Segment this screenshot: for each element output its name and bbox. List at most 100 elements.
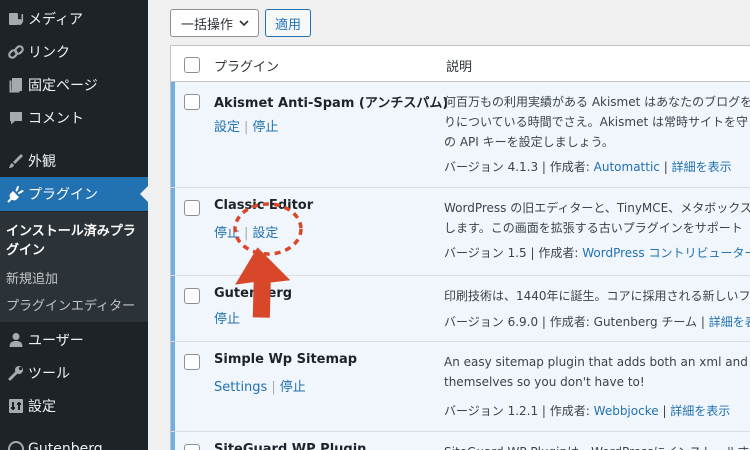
description-line: します。この画面を拡張する古いプラグインをサポート	[444, 221, 743, 235]
author-label: 作成者:	[549, 160, 590, 174]
table-row: Gutenberg 停止 印刷技術は、1440年に誕生。コアに採用される新しいフ…	[171, 276, 750, 342]
plugin-meta: バージョン 1.5 | 作成者: WordPress コントリビューター	[444, 244, 750, 261]
deactivate-link[interactable]: 停止	[214, 226, 240, 241]
row-actions: Settings | 停止	[214, 380, 306, 395]
row-actions: 設定 | 停止	[214, 120, 279, 135]
plugin-version: バージョン 6.9.0	[444, 315, 539, 329]
plugins-table: プラグイン 説明 Akismet Anti-Spam (アンチスパム) 設定 | 停…	[170, 45, 750, 450]
sidebar-item-label: 外観	[28, 154, 56, 170]
sidebar-item-label: リンク	[28, 45, 70, 61]
plugin-meta: バージョン 4.1.3 | 作成者: Automattic | 詳細を表示	[444, 160, 732, 174]
description-line: themselves so you don't have to!	[444, 375, 645, 389]
description-line: WordPress の旧エディターと、TinyMCE、メタボックスな	[444, 201, 750, 215]
sidebar-item-pages[interactable]: 固定ページ	[0, 68, 148, 102]
author-link[interactable]: Webbjocke	[594, 404, 659, 418]
sidebar-item-label: ツール	[28, 366, 70, 382]
description-line: りについている時間でさえ。Akismet は常時サイトを守り	[444, 115, 750, 129]
gutenberg-icon	[0, 440, 28, 450]
author-link[interactable]: WordPress コントリビューター	[582, 246, 750, 260]
sidebar-item-media[interactable]: メディア	[0, 2, 148, 36]
row-checkbox[interactable]	[184, 444, 200, 450]
admin-sidebar: メディア リンク 固定ページ コメント 外観 プラグイン インストール済みプラグ…	[0, 0, 148, 450]
chevron-down-icon	[238, 17, 250, 33]
table-row: Classic Editor 停止 | 設定 WordPress の旧エディターと、…	[171, 188, 750, 276]
plugin-name: Gutenberg	[214, 286, 293, 301]
description-line: 印刷技術は、1440年に誕生。コアに採用される新しいフ	[444, 289, 750, 303]
sidebar-item-label: コメント	[28, 111, 84, 127]
sidebar-item-gutenberg[interactable]: Gutenberg	[0, 432, 148, 450]
bulk-actions-bar: 一括操作 適用	[170, 9, 311, 37]
settings-link[interactable]: 設定	[214, 120, 240, 135]
row-checkbox[interactable]	[184, 200, 200, 216]
sidebar-item-plugins[interactable]: プラグイン	[0, 177, 148, 211]
description-line: 何百万もの利用実績がある Akismet はあなたのブログをス	[444, 95, 750, 109]
deactivate-link[interactable]: 停止	[280, 380, 306, 395]
plugin-version: バージョン 1.5	[444, 246, 527, 260]
plugin-description: WordPress の旧エディターと、TinyMCE、メタボックスな します。こ…	[444, 198, 750, 238]
deactivate-link[interactable]: 停止	[214, 312, 240, 327]
sidebar-item-links[interactable]: リンク	[0, 35, 148, 69]
sidebar-item-appearance[interactable]: 外観	[0, 144, 148, 178]
row-actions: 停止	[214, 308, 240, 327]
plugin-meta: バージョン 1.2.1 | 作成者: Webbjocke | 詳細を表示	[444, 404, 731, 418]
plugin-icon	[0, 185, 28, 203]
sidebar-item-settings[interactable]: 設定	[0, 389, 148, 423]
submenu-add-new[interactable]: 新規追加	[6, 268, 142, 287]
sidebar-item-label: 設定	[28, 399, 56, 415]
plugin-description: An easy sitemap plugin that adds both an…	[444, 352, 750, 392]
sidebar-item-label: Gutenberg	[28, 441, 103, 450]
details-link[interactable]: 詳細を表示	[672, 160, 732, 174]
table-header: プラグイン 説明	[171, 46, 750, 82]
settings-link[interactable]: Settings	[214, 380, 267, 395]
plugin-name: Simple Wp Sitemap	[214, 352, 358, 367]
bulk-action-select[interactable]: 一括操作	[170, 9, 259, 37]
link-icon	[0, 43, 28, 61]
plugin-version: バージョン 1.2.1	[444, 404, 539, 418]
settings-icon	[0, 397, 28, 415]
submenu-plugin-editor[interactable]: プラグインエディター	[6, 295, 142, 314]
user-icon	[0, 331, 28, 349]
author-label: 作成者:	[538, 246, 579, 260]
plugin-version: バージョン 4.1.3	[444, 160, 539, 174]
plugins-submenu: インストール済みプラグイン 新規追加 プラグインエディター	[0, 212, 148, 322]
settings-link[interactable]: 設定	[252, 226, 278, 241]
plugin-name: SiteGuard WP Plugin	[214, 442, 367, 450]
table-row: Akismet Anti-Spam (アンチスパム) 設定 | 停止 何百万もの利用…	[171, 82, 750, 188]
sidebar-item-tools[interactable]: ツール	[0, 356, 148, 390]
author-link[interactable]: Automattic	[594, 160, 660, 174]
deactivate-link[interactable]: 停止	[252, 120, 278, 135]
author-label: 作成者:	[549, 315, 590, 329]
bulk-action-value: 一括操作	[181, 17, 234, 33]
table-row: SiteGuard WP Plugin SiteGuard WP Pluginは…	[171, 432, 750, 450]
description-line: SiteGuard WP Pluginは、WordPressにインストールする	[444, 442, 750, 450]
row-actions: 停止 | 設定	[214, 226, 279, 241]
media-icon	[0, 10, 28, 28]
sidebar-item-label: 固定ページ	[28, 78, 98, 94]
author-label: 作成者:	[549, 404, 590, 418]
row-checkbox[interactable]	[184, 354, 200, 370]
details-link[interactable]: 詳細を表	[709, 315, 750, 329]
sidebar-item-label: ユーザー	[28, 333, 84, 349]
row-checkbox[interactable]	[184, 288, 200, 304]
sidebar-item-users[interactable]: ユーザー	[0, 323, 148, 357]
row-checkbox[interactable]	[184, 94, 200, 110]
tools-icon	[0, 364, 28, 382]
sidebar-item-label: プラグイン	[28, 187, 98, 203]
apply-button[interactable]: 適用	[265, 9, 311, 37]
sidebar-item-comments[interactable]: コメント	[0, 101, 148, 135]
plugin-name: Akismet Anti-Spam (アンチスパム)	[214, 96, 449, 111]
comment-icon	[0, 109, 28, 127]
column-header-plugin: プラグイン	[214, 60, 280, 75]
plugin-meta: バージョン 6.9.0 | 作成者: Gutenberg チーム | 詳細を表	[444, 313, 750, 330]
select-all-checkbox[interactable]	[184, 57, 200, 73]
submenu-installed-plugins[interactable]: インストール済みプラグイン	[6, 222, 142, 260]
description-line: の API キーを設定しましょう。	[444, 135, 614, 149]
appearance-icon	[0, 152, 28, 170]
plugin-name: Classic Editor	[214, 198, 314, 213]
description-line: An easy sitemap plugin that adds both an…	[444, 355, 750, 369]
author-name: Gutenberg チーム	[593, 315, 698, 329]
plugin-description: SiteGuard WP Pluginは、WordPressにインストールする	[444, 442, 750, 450]
plugin-description: 何百万もの利用実績がある Akismet はあなたのブログをス りについている時…	[444, 92, 750, 152]
details-link[interactable]: 詳細を表示	[670, 404, 730, 418]
sidebar-item-label: メディア	[28, 12, 84, 28]
